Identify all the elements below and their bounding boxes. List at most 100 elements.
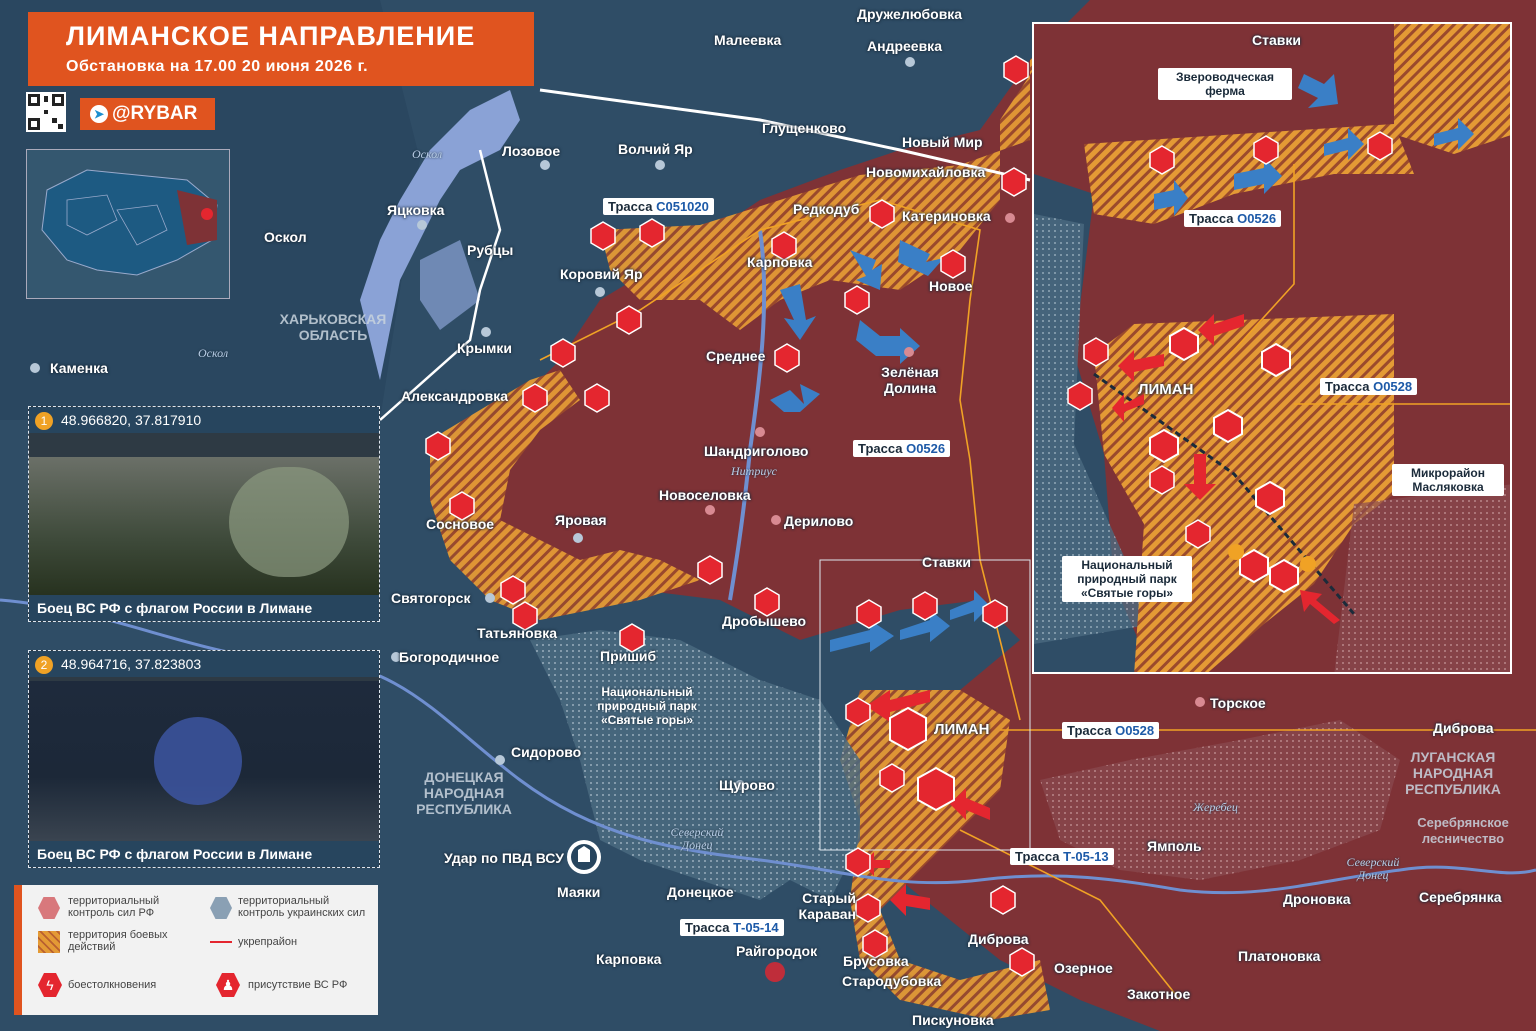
label-krymki: Крымки [457, 340, 513, 356]
legend-ru: территориальный контроль сил РФ [68, 895, 160, 919]
road-label-s051020: Трасса С051020 [603, 198, 714, 215]
label-redkodub: Редкодуб [793, 201, 860, 217]
label-shchurovo: Щурово [719, 777, 775, 793]
telegram-icon: ➤ [90, 104, 108, 123]
label-oskol: Оскол [264, 229, 307, 245]
video-2-caption: Боец ВС РФ с флагом России в Лимане [29, 841, 379, 867]
label-strike: Удар по ПВД ВСУ [444, 850, 564, 866]
label-stavki: Ставки [922, 554, 971, 570]
overview-map [26, 149, 230, 299]
page-subtitle: Обстановка на 17.00 20 июня 2026 г. [66, 58, 369, 75]
label-novoe: Новое [929, 278, 973, 294]
road-label-t0513: Трасса Т-05-13 [1010, 848, 1114, 865]
page-title: ЛИМАНСКОЕ НАПРАВЛЕНИЕ [66, 21, 476, 51]
label-volchiy-yar: Волчий Яр [618, 141, 693, 157]
river-zherebets: Жеребец [1193, 800, 1238, 814]
legend-clash: боестолкновения [68, 979, 157, 991]
label-druzhelyubovka: Дружелюбовка [857, 6, 963, 22]
explosion-icon: ϟ [38, 973, 62, 997]
label-platonovka: Платоновка [1238, 948, 1321, 964]
label-maleevka: Малеевка [714, 32, 782, 48]
legend-combat: территория боевых действий [68, 929, 168, 953]
label-ozernoe: Озерное [1054, 960, 1113, 976]
label-drobyshevo: Дробышево [722, 613, 807, 629]
label-raygorodok: Райгородок [736, 943, 818, 959]
region-donetsk: ДОНЕЦКАЯ НАРОДНАЯ РЕСПУБЛИКА [416, 769, 512, 817]
video-2-frame [29, 681, 379, 841]
label-liman: ЛИМАН [934, 721, 990, 738]
video-2-coords: 2 48.964716, 37.823803 [29, 651, 379, 677]
label-karpovka: Карповка [747, 254, 813, 270]
inset-label-farm: Звероводческая ферма [1158, 68, 1292, 100]
river-seversky-1: Северский Донец [670, 825, 724, 852]
label-brusovka: Брусовка [843, 953, 909, 969]
label-srednee: Среднее [706, 348, 766, 364]
legend-ua: территориальный контроль украинских сил [238, 895, 366, 919]
legend-ua-swatch [210, 897, 232, 919]
label-lozovoe: Лозовое [502, 143, 561, 159]
legend-combat-swatch [38, 931, 60, 953]
brand-badge[interactable]: ➤ @RYBAR [80, 98, 215, 130]
video-1-coords: 1 48.966820, 37.817910 [29, 407, 379, 433]
soldier-icon: ♟ [216, 973, 240, 997]
label-zelenaya-dolina: Зелёная Долина [881, 364, 939, 396]
river-oskol-1: Оскол [412, 147, 443, 161]
label-yarovaya: Яровая [555, 512, 607, 528]
video-1-caption: Боец ВС РФ с флагом России в Лимане [29, 595, 379, 621]
qr-code[interactable] [26, 92, 66, 132]
legend: территориальный контроль сил РФ территор… [14, 885, 378, 1015]
label-zakotnoe: Закотное [1127, 986, 1191, 1002]
region-kharkov: ХАРЬКОВСКАЯ ОБЛАСТЬ [279, 311, 387, 343]
label-rubtsy: Рубцы [467, 242, 514, 258]
label-katerinovka: Катериновка [902, 208, 991, 224]
label-glushchenkovo: Глущенково [762, 120, 847, 136]
label-mayaki: Маяки [557, 884, 601, 900]
label-sidorovo: Сидорово [511, 744, 582, 760]
video-panel-1[interactable]: 1 48.966820, 37.817910 Боец ВС РФ с флаго… [28, 406, 380, 622]
label-novy-mir: Новый Мир [902, 134, 983, 150]
river-seversky-2: Северский Донец [1346, 855, 1400, 882]
label-piskunovka: Пискуновка [912, 1012, 994, 1028]
label-kamenka: Каменка [50, 360, 108, 376]
inset-label-stavki: Ставки [1252, 32, 1301, 48]
region-forest: Серебрянское лесничество [1417, 815, 1509, 846]
label-droznovka: Дроновка [1283, 891, 1351, 907]
inset-label-park: Национальный природный парк «Святые горы… [1062, 556, 1192, 602]
video-1-frame [29, 457, 379, 595]
label-donetskoe: Донецкое [667, 884, 734, 900]
legend-ru-swatch [38, 897, 60, 919]
video-panel-2[interactable]: 2 48.964716, 37.823803 Боец ВС РФ с флаго… [28, 650, 380, 868]
label-national-park: Национальный природный парк «Святые горы… [597, 685, 697, 727]
label-yatskovka: Яцковка [387, 202, 445, 218]
label-bogorodichnoe: Богородичное [399, 649, 500, 665]
label-prishib: Пришиб [600, 648, 657, 664]
legend-fort-line [210, 941, 232, 943]
label-starodubovka: Стародубовка [842, 973, 942, 989]
region-lugansk: ЛУГАНСКАЯ НАРОДНАЯ РЕСПУБЛИКА [1405, 749, 1501, 797]
header-banner: ЛИМАНСКОЕ НАПРАВЛЕНИЕ Обстановка на 17.0… [28, 12, 534, 86]
label-aleksandrovka: Александровка [401, 388, 509, 404]
label-svyatogorsk: Святогорск [391, 590, 471, 606]
inset-label-liman: ЛИМАН [1138, 381, 1194, 398]
road-label-t0514: Трасса Т-05-14 [680, 919, 784, 936]
legend-presence: присутствие ВС РФ [248, 979, 348, 991]
label-dibrova2: Диброва [968, 931, 1029, 947]
river-nitrius: Нитриус [731, 464, 777, 478]
legend-fort: укрепрайон [238, 936, 298, 948]
label-dibrova: Диброва [1433, 720, 1494, 736]
label-sosnovoe: Сосновое [426, 516, 495, 532]
river-oskol-2: Оскол [198, 346, 229, 360]
inset-label-district: Микрорайон Масляковка [1392, 464, 1504, 496]
airstrike-icon [567, 840, 601, 874]
inset-road-o0526: Трасса О0526 [1184, 210, 1282, 227]
road-label-o0526: Трасса О0526 [853, 440, 951, 457]
label-koroviy-yar: Коровий Яр [560, 266, 643, 282]
label-novoselovka: Новоселовка [659, 487, 751, 503]
label-shandrigolovo: Шандриголово [704, 443, 809, 459]
inset-road-o0528: Трасса О0528 [1320, 378, 1418, 395]
label-tatyanovka: Татьяновка [477, 625, 558, 641]
label-serebryanka: Серебрянка [1419, 889, 1502, 905]
zoom-inset: Ставки Звероводческая ферма Трасса О0526… [1032, 22, 1512, 674]
label-derilovo: Дерилово [784, 513, 854, 529]
label-andreevka: Андреевка [867, 38, 942, 54]
